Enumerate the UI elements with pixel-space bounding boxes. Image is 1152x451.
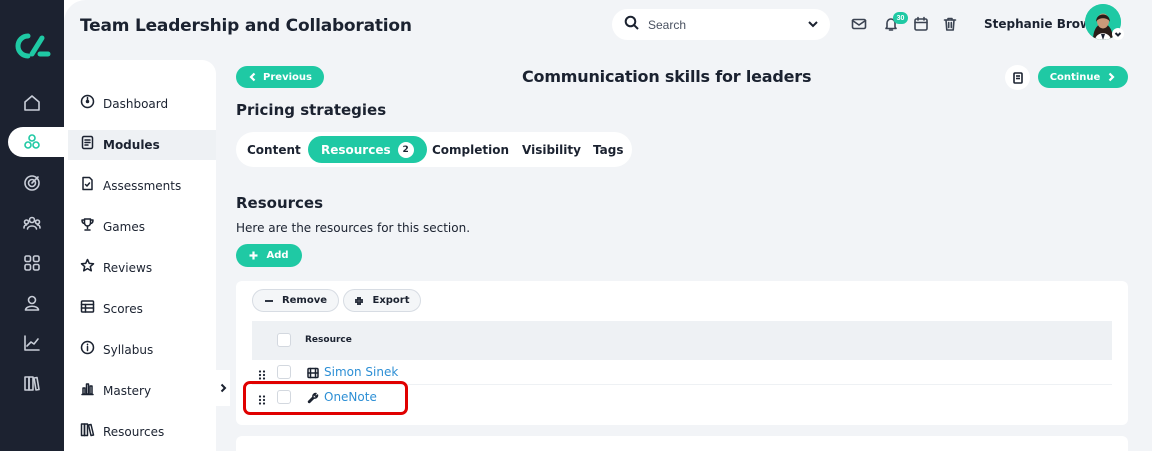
tab-completion[interactable]: Completion	[432, 136, 509, 163]
trash-icon[interactable]	[942, 16, 958, 32]
chevron-down-icon[interactable]	[1112, 28, 1124, 40]
tab-label: Completion	[432, 142, 510, 157]
sidebar-item-games[interactable]: Games	[68, 212, 216, 242]
next-card	[236, 436, 1128, 451]
books-icon	[80, 422, 95, 442]
section-title: Pricing strategies	[236, 101, 387, 119]
sidebar-item-dashboard[interactable]: Dashboard	[68, 89, 216, 119]
app-title: Team Leadership and Collaboration	[80, 16, 412, 36]
icon-rail	[0, 0, 72, 451]
chevron-right-icon	[220, 383, 227, 393]
tab-content[interactable]: Content	[247, 136, 301, 163]
sidebar-item-reviews[interactable]: Reviews	[68, 253, 216, 283]
highlight-box	[243, 381, 408, 415]
grid-icon[interactable]	[18, 249, 46, 277]
tab-label: Resources	[321, 142, 391, 157]
tab-label: Tags	[593, 142, 624, 157]
tab-tags[interactable]: Tags	[593, 136, 623, 163]
sidebar-item-label: Reviews	[103, 261, 153, 275]
row-checkbox[interactable]	[277, 365, 291, 379]
calendar-icon[interactable]	[913, 16, 929, 32]
previous-label: Previous	[263, 71, 312, 83]
assessment-icon	[80, 176, 95, 196]
users-icon[interactable]	[18, 209, 46, 237]
notebook-icon	[1012, 71, 1023, 84]
sidebar-item-mastery[interactable]: Mastery	[68, 376, 216, 406]
sidebar-item-syllabus[interactable]: Syllabus	[68, 335, 216, 365]
sidebar-item-label: Assessments	[103, 179, 182, 193]
modules-doc-icon	[80, 135, 95, 155]
table-header	[252, 321, 1112, 360]
sidebar-item-label: Modules	[103, 138, 160, 152]
sidebar-collapse-toggle[interactable]	[216, 370, 230, 406]
bar-chart-icon	[80, 381, 95, 401]
mail-icon[interactable]	[851, 16, 867, 32]
previous-button[interactable]: Previous	[236, 66, 324, 88]
tab-resources[interactable]: Resources 2	[308, 136, 427, 163]
export-icon	[355, 296, 364, 305]
search-input[interactable]	[648, 17, 798, 32]
notification-badge: 30	[893, 12, 908, 24]
minus-icon	[264, 299, 273, 302]
remove-label: Remove	[281, 295, 328, 306]
sidebar-item-label: Mastery	[103, 384, 152, 398]
add-label: Add	[266, 250, 289, 261]
tab-bar: Content Resources 2 Completion Visibilit…	[236, 132, 632, 167]
dashboard-icon	[80, 94, 95, 114]
person-icon[interactable]	[18, 289, 46, 317]
sidebar-item-scores[interactable]: Scores	[68, 294, 216, 324]
page-title: Communication skills for leaders	[522, 67, 812, 86]
sidebar-item-label: Syllabus	[103, 343, 154, 357]
trophy-icon	[80, 217, 95, 237]
app-logo[interactable]	[10, 30, 54, 62]
export-button[interactable]: Export	[343, 289, 421, 312]
resource-link-simon-sinek[interactable]: Simon Sinek	[324, 365, 398, 379]
notebook-button[interactable]	[1005, 65, 1030, 90]
user-name[interactable]: Stephanie Brown	[984, 17, 1100, 31]
sidebar-item-resources[interactable]: Resources	[68, 417, 216, 447]
add-button[interactable]: Add	[236, 244, 302, 267]
tab-count-badge: 2	[397, 141, 414, 158]
search-bar[interactable]	[612, 9, 830, 40]
column-header-resource[interactable]: Resource	[305, 335, 352, 345]
star-icon	[80, 258, 95, 278]
secondary-sidebar: Dashboard Modules Assessments Games Revi…	[64, 60, 216, 451]
sidebar-item-label: Scores	[103, 302, 143, 316]
target-icon[interactable]	[18, 169, 46, 197]
resources-description: Here are the resources for this section.	[236, 221, 471, 235]
search-icon	[624, 15, 639, 35]
sidebar-item-label: Dashboard	[103, 97, 169, 111]
plus-icon	[249, 251, 258, 260]
sidebar-item-assessments[interactable]: Assessments	[68, 171, 216, 201]
continue-label: Continue	[1049, 71, 1101, 83]
sidebar-item-label: Resources	[103, 425, 165, 439]
tab-visibility[interactable]: Visibility	[522, 136, 581, 163]
sidebar-item-label: Games	[103, 220, 145, 234]
drag-handle-icon[interactable]	[258, 367, 266, 380]
export-label: Export	[372, 295, 410, 306]
resources-heading: Resources	[236, 194, 324, 212]
chevron-right-icon	[1109, 72, 1115, 82]
chart-icon[interactable]	[18, 329, 46, 357]
sidebar-item-modules[interactable]: Modules	[68, 130, 216, 160]
home-icon[interactable]	[18, 89, 46, 117]
select-all-checkbox[interactable]	[277, 333, 291, 347]
remove-button[interactable]: Remove	[252, 289, 339, 312]
chevron-left-icon	[249, 72, 256, 82]
chevron-down-icon[interactable]	[806, 17, 820, 36]
tab-label: Visibility	[522, 142, 581, 157]
info-icon	[80, 340, 95, 360]
tab-label: Content	[247, 142, 301, 157]
film-icon	[307, 366, 319, 379]
modules-icon[interactable]	[18, 128, 46, 156]
continue-button[interactable]: Continue	[1038, 66, 1128, 88]
table-icon	[80, 299, 95, 319]
library-icon[interactable]	[18, 369, 46, 397]
